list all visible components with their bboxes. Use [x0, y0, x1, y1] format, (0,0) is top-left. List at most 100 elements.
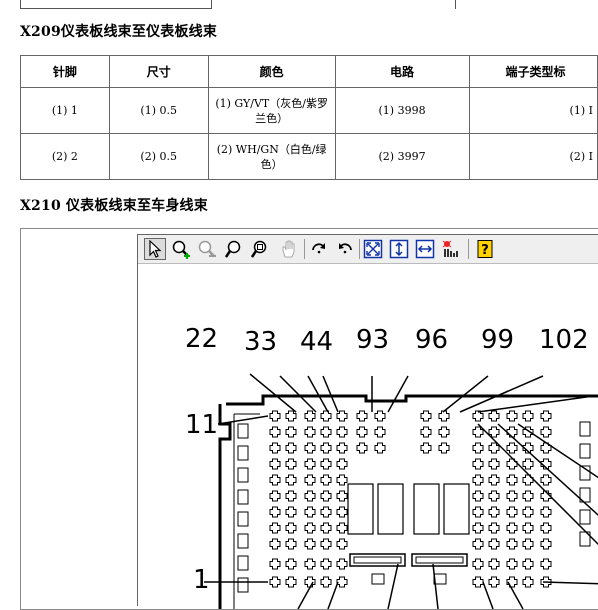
pin-cavity: [320, 506, 332, 518]
pin-cavity: [420, 410, 432, 422]
pin-cavity: [269, 506, 281, 518]
pin-cavity: [269, 426, 281, 438]
pin-cavity: [336, 442, 348, 454]
toolbar-separator: [304, 239, 305, 259]
pin-cavity: [472, 490, 484, 502]
cell-terminal: (2) I: [468, 133, 598, 180]
pin-cavity: [304, 458, 316, 470]
pin-cavity: [304, 506, 316, 518]
pin-cavity: [285, 410, 297, 422]
pin-cavity: [336, 490, 348, 502]
pin-cavity: [304, 490, 316, 502]
pin-cavity: [285, 558, 297, 570]
pin-cavity: [269, 558, 281, 570]
pin-cavity: [285, 426, 297, 438]
pin-cavity: [320, 426, 332, 438]
pin-cavity: [506, 490, 518, 502]
pin-cavity: [472, 506, 484, 518]
column-header-size: 尺寸: [108, 55, 209, 88]
pin-cavity: [438, 426, 450, 438]
cell-pin: (1) 1: [20, 87, 110, 134]
pin-cavity: [336, 458, 348, 470]
pin-cavity: [320, 474, 332, 486]
zoom-fit-icon[interactable]: [250, 238, 272, 260]
pin-cavity: [522, 538, 534, 550]
pin-cavity: [285, 474, 297, 486]
hotspot-icon[interactable]: [440, 238, 462, 260]
pin-cavity: [285, 490, 297, 502]
image-viewer[interactable]: ? 22 33 44 93 96 99 102 11 1: [137, 234, 598, 609]
pin-cavity: [356, 410, 368, 422]
viewer-toolbar: ?: [138, 235, 598, 264]
table-row: (1) 1 (1) 0.5 (1) GY/VT（灰色/紫罗兰色） (1) 399…: [20, 87, 598, 134]
section-title-x210: X210 仪表板线束至车身线束: [20, 198, 208, 214]
pin-cavity: [438, 410, 450, 422]
pin-cavity: [506, 506, 518, 518]
pin-cavity: [472, 474, 484, 486]
pin-cavity: [374, 442, 386, 454]
pin-cavity: [320, 522, 332, 534]
zoom-window-icon[interactable]: [224, 238, 246, 260]
pin-cavity: [336, 522, 348, 534]
pin-cavity: [285, 538, 297, 550]
column-header-color: 颜色: [207, 55, 336, 88]
pin-cavity: [488, 522, 500, 534]
pin-cavity: [269, 522, 281, 534]
pin-cavity: [472, 458, 484, 470]
pin-cavity: [540, 474, 552, 486]
select-tool-icon[interactable]: [144, 238, 166, 260]
zoom-out-icon[interactable]: [196, 238, 218, 260]
pin-cavity: [356, 426, 368, 438]
pin-cavity: [506, 538, 518, 550]
pin-cavity: [438, 442, 450, 454]
cell-color: (2) WH/GN（白色/绿色）: [207, 133, 336, 180]
rotate-counterclockwise-icon[interactable]: [334, 238, 356, 260]
pin-cavity: [472, 558, 484, 570]
pin-leader-lines: [204, 373, 598, 609]
toolbar-separator: [468, 239, 469, 259]
cell-pin: (2) 2: [20, 133, 110, 180]
connector-diagram: 22 33 44 93 96 99 102 11 1: [138, 264, 598, 609]
connector-drawing: [204, 373, 598, 609]
pin-cavity: [356, 442, 368, 454]
pin-cavity: [269, 576, 281, 588]
cell-terminal: (1) I: [468, 87, 598, 134]
pin-cavity: [304, 410, 316, 422]
rotate-clockwise-icon[interactable]: [308, 238, 330, 260]
pin-cavity: [320, 458, 332, 470]
pin-cavity: [320, 410, 332, 422]
connector-pins: [269, 410, 552, 588]
help-icon[interactable]: ?: [474, 238, 496, 260]
pin-cavity: [488, 410, 500, 422]
pin-cavity: [420, 426, 432, 438]
pin-cavity: [374, 410, 386, 422]
pin-cavity: [506, 522, 518, 534]
pin-cavity: [488, 506, 500, 518]
cell-size: (2) 0.5: [108, 133, 209, 180]
pan-hand-icon[interactable]: [278, 238, 300, 260]
pin-cavity: [269, 458, 281, 470]
fit-window-icon[interactable]: [362, 238, 384, 260]
pin-cavity: [488, 538, 500, 550]
pin-cavity: [472, 576, 484, 588]
pin-cavity: [506, 442, 518, 454]
pin-cavity: [540, 410, 552, 422]
pin-cavity: [506, 426, 518, 438]
fit-height-icon[interactable]: [388, 238, 410, 260]
pin-cavity: [522, 458, 534, 470]
pin-cavity: [472, 410, 484, 422]
svg-text:?: ?: [481, 243, 489, 258]
toolbar-separator: [359, 239, 360, 259]
zoom-in-icon[interactable]: [170, 238, 192, 260]
cell-circuit: (2) 3997: [334, 133, 470, 180]
fit-width-icon[interactable]: [414, 238, 436, 260]
pin-cavity: [336, 474, 348, 486]
pin-cavity: [269, 490, 281, 502]
pin-cavity: [269, 442, 281, 454]
pin-cavity: [285, 458, 297, 470]
pin-cavity: [472, 522, 484, 534]
pin-cavity: [506, 410, 518, 422]
pin-cavity: [506, 474, 518, 486]
pin-cavity: [320, 576, 332, 588]
pin-cavity: [522, 522, 534, 534]
